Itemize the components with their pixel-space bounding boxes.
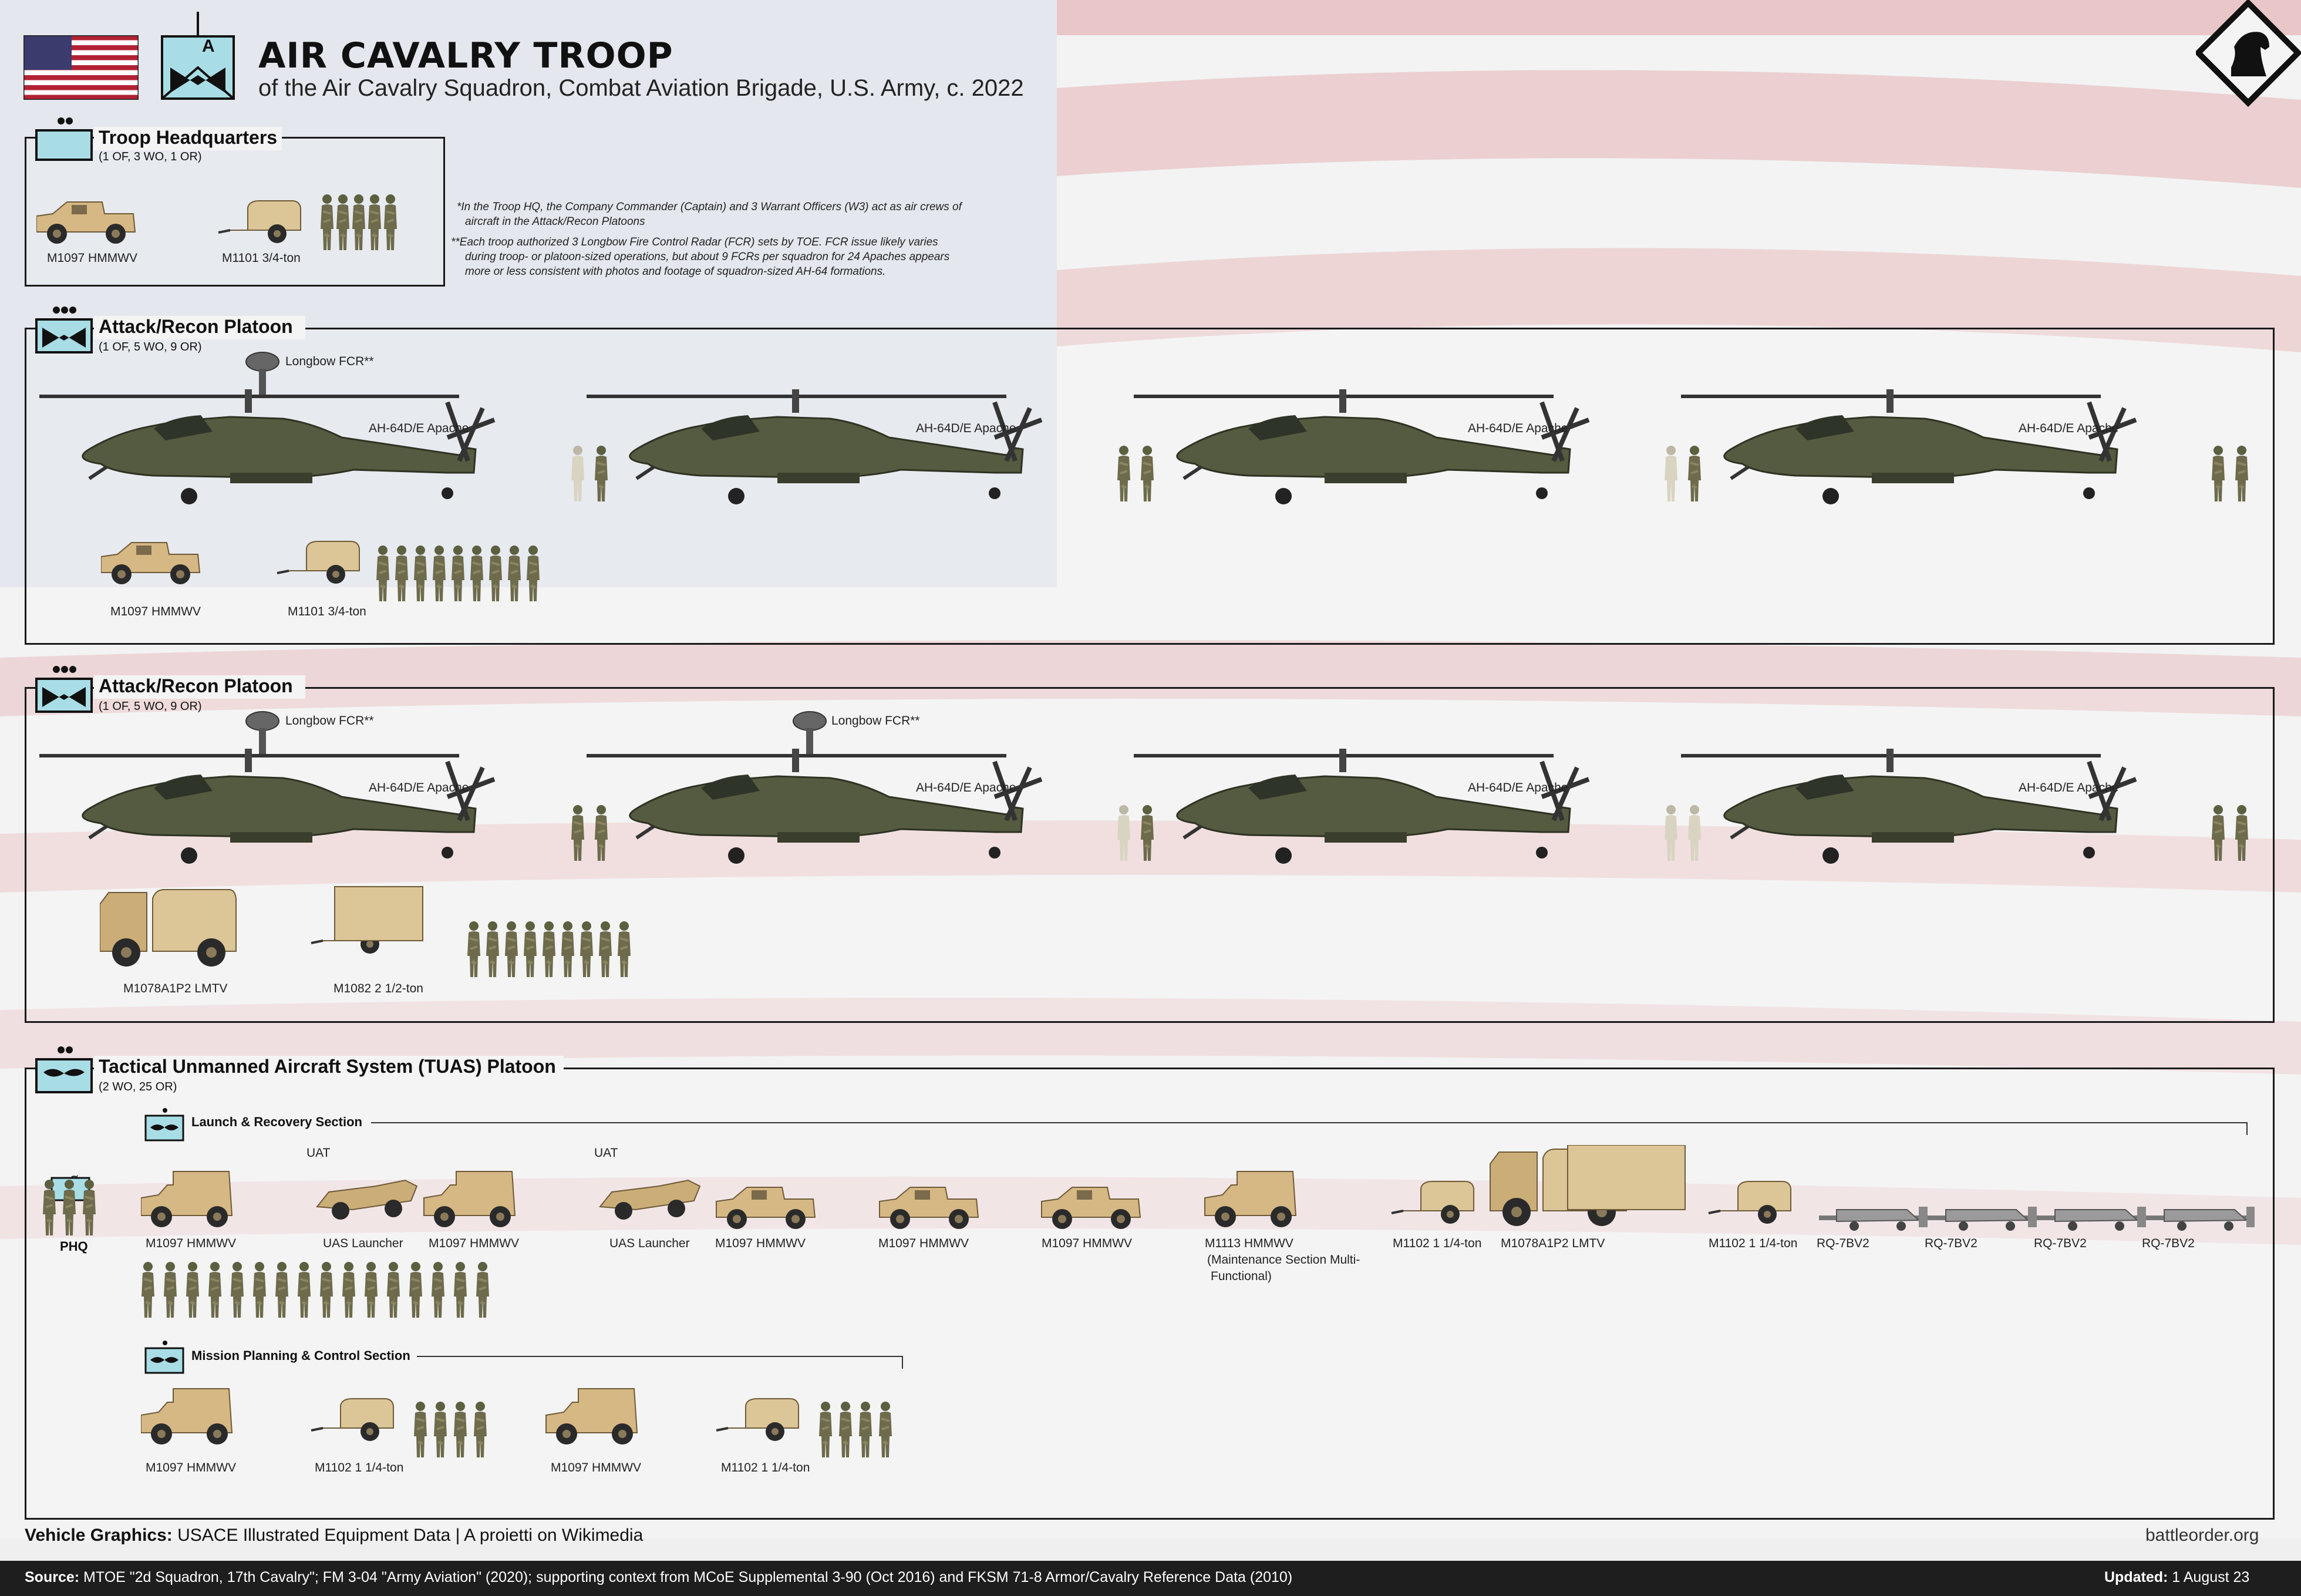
tuas-m1113-label-3: Functional) xyxy=(1211,1270,1272,1283)
phq-personnel xyxy=(42,1179,97,1237)
tuas-rq7-label-1: RQ-7BV2 xyxy=(1817,1237,1869,1250)
p2-heli1-label: AH-64D/E Apache xyxy=(369,781,469,794)
tuas-hmmwv1-label: M1097 HMMWV xyxy=(146,1237,237,1250)
tuas-lmtv-label: M1078A1P2 LMTV xyxy=(1501,1237,1605,1250)
tuas-launcher2-label: UAS Launcher xyxy=(609,1237,690,1250)
source-label: Source: xyxy=(25,1569,80,1585)
platoon2-ground-vehicles xyxy=(100,886,423,967)
unit-letter: A xyxy=(202,36,215,56)
mpcs-m1102-1-label: M1102 1 1/4-ton xyxy=(315,1461,404,1474)
updated-text: 1 August 23 xyxy=(2172,1569,2250,1585)
mpcs-personnel-1 xyxy=(413,1400,488,1459)
mpcs-title: Mission Planning & Control Section xyxy=(191,1348,410,1363)
platoon1-ground-personnel xyxy=(376,544,541,602)
p1-vehicle2-label: M1101 3/4-ton xyxy=(288,605,366,618)
p1-crew2 xyxy=(1116,445,1155,503)
hq-vehicle1-label: M1097 HMMWV xyxy=(47,251,138,265)
hq-symbol xyxy=(35,117,93,161)
tuas-strength: (2 WO, 25 OR) xyxy=(99,1080,177,1093)
platoon2-title: Attack/Recon Platoon xyxy=(99,675,293,696)
note-line-4: during troop- or platoon-sized operation… xyxy=(465,251,950,263)
mpcs-symbol xyxy=(144,1341,184,1374)
hq-title: Troop Headquarters xyxy=(99,127,278,148)
p1-crew1 xyxy=(571,445,609,503)
hq-strength: (1 OF, 3 WO, 1 OR) xyxy=(99,150,202,163)
platoon1-title: Attack/Recon Platoon xyxy=(99,316,293,337)
tuas-rq7-label-2: RQ-7BV2 xyxy=(1925,1237,1977,1250)
p2-crew1 xyxy=(570,804,609,862)
p1-heli2-label: AH-64D/E Apache xyxy=(916,422,1016,435)
hq-vehicles xyxy=(36,200,302,244)
mpcs-bracket xyxy=(417,1356,903,1357)
note-line-1: *In the Troop HQ, the Company Commander … xyxy=(457,201,962,213)
tuas-hmmwv2-label: M1097 HMMWV xyxy=(429,1237,520,1250)
tuas-launcher1-label: UAS Launcher xyxy=(323,1237,403,1250)
p2-crew2 xyxy=(1117,804,1155,862)
source-text: MTOE "2d Squadron, 17th Cavalry"; FM 3-0… xyxy=(83,1569,1293,1585)
note-line-3: **Each troop authorized 3 Longbow Fire C… xyxy=(451,236,938,248)
p2-crew3 xyxy=(1665,805,1701,861)
page-subtitle: of the Air Cavalry Squadron, Combat Avia… xyxy=(258,75,1024,101)
tuas-rq7-label-3: RQ-7BV2 xyxy=(2034,1237,2087,1250)
mpcs-personnel-2 xyxy=(818,1400,893,1459)
tuas-m1113-label-2: (Maintenance Section Multi- xyxy=(1207,1253,1360,1267)
uat-label-1: UAT xyxy=(306,1146,331,1160)
p1-heli4-label: AH-64D/E Apache xyxy=(2019,422,2119,435)
air-cavalry-troop-symbol xyxy=(161,12,235,100)
p2-heli2-label: AH-64D/E Apache xyxy=(916,781,1016,794)
tuas-lrs-vehicles xyxy=(141,1145,2255,1231)
p1-crew4 xyxy=(2211,445,2249,503)
tuas-hmmwv3-label: M1097 HMMWV xyxy=(715,1237,806,1250)
phq-label: PHQ xyxy=(60,1239,88,1254)
p2-vehicle1-label: M1078A1P2 LMTV xyxy=(123,982,228,995)
knight-logo-icon xyxy=(2196,0,2301,107)
hq-vehicle2-label: M1101 3/4-ton xyxy=(222,251,301,265)
tuas-m1102-label-2: M1102 1 1/4-ton xyxy=(1709,1237,1798,1250)
lrs-symbol xyxy=(144,1108,184,1142)
p2-heli3-label: AH-64D/E Apache xyxy=(1468,781,1568,794)
tuas-hmmwv5-label: M1097 HMMWV xyxy=(1042,1237,1133,1250)
tuas-m1113-label: M1113 HMMWV xyxy=(1205,1237,1293,1250)
graphics-credit-text: USACE Illustrated Equipment Data | A pro… xyxy=(177,1526,644,1545)
mpcs-hmmwv1-label: M1097 HMMWV xyxy=(146,1461,237,1474)
note-line-5: more or less consistent with photos and … xyxy=(465,265,886,278)
p2-heli4-label: AH-64D/E Apache xyxy=(2019,781,2119,794)
tuas-symbol xyxy=(35,1046,93,1093)
graphics-credit-label: Vehicle Graphics: xyxy=(25,1526,173,1545)
page-title: AIR CAVALRY TROOP xyxy=(258,35,673,76)
p2-vehicle2-label: M1082 2 1/2-ton xyxy=(333,982,423,995)
tuas-mpcs-vehicles xyxy=(141,1388,800,1445)
p1-crew3 xyxy=(1665,445,1702,503)
tuas-hmmwv4-label: M1097 HMMWV xyxy=(878,1237,969,1250)
lrs-bracket xyxy=(371,1122,2248,1123)
tuas-m1102-label-1: M1102 1 1/4-ton xyxy=(1393,1237,1482,1250)
mpcs-hmmwv2-label: M1097 HMMWV xyxy=(551,1461,642,1474)
site-link[interactable]: battleorder.org xyxy=(2145,1526,2259,1546)
lrs-title: Launch & Recovery Section xyxy=(191,1114,362,1129)
note-line-2: aircraft in the Attack/Recon Platoons xyxy=(465,216,645,228)
p1-vehicle1-label: M1097 HMMWV xyxy=(110,605,201,618)
p1-heli1-label: AH-64D/E Apache xyxy=(369,422,469,435)
tuas-lrs-personnel xyxy=(141,1261,490,1319)
uat-label-2: UAT xyxy=(594,1146,618,1160)
platoon1-ground-vehicles xyxy=(101,540,361,585)
tuas-title: Tactical Unmanned Aircraft System (TUAS)… xyxy=(99,1056,556,1077)
us-flag-icon xyxy=(23,35,139,100)
tuas-rq7-label-4: RQ-7BV2 xyxy=(2142,1237,2195,1250)
p2-crew4 xyxy=(2211,804,2249,862)
platoon2-ground-personnel xyxy=(467,920,632,978)
updated-label: Updated: xyxy=(2104,1569,2168,1585)
p1-heli3-label: AH-64D/E Apache xyxy=(1468,422,1568,435)
mpcs-m1102-2-label: M1102 1 1/4-ton xyxy=(721,1461,810,1474)
hq-personnel xyxy=(320,193,398,251)
